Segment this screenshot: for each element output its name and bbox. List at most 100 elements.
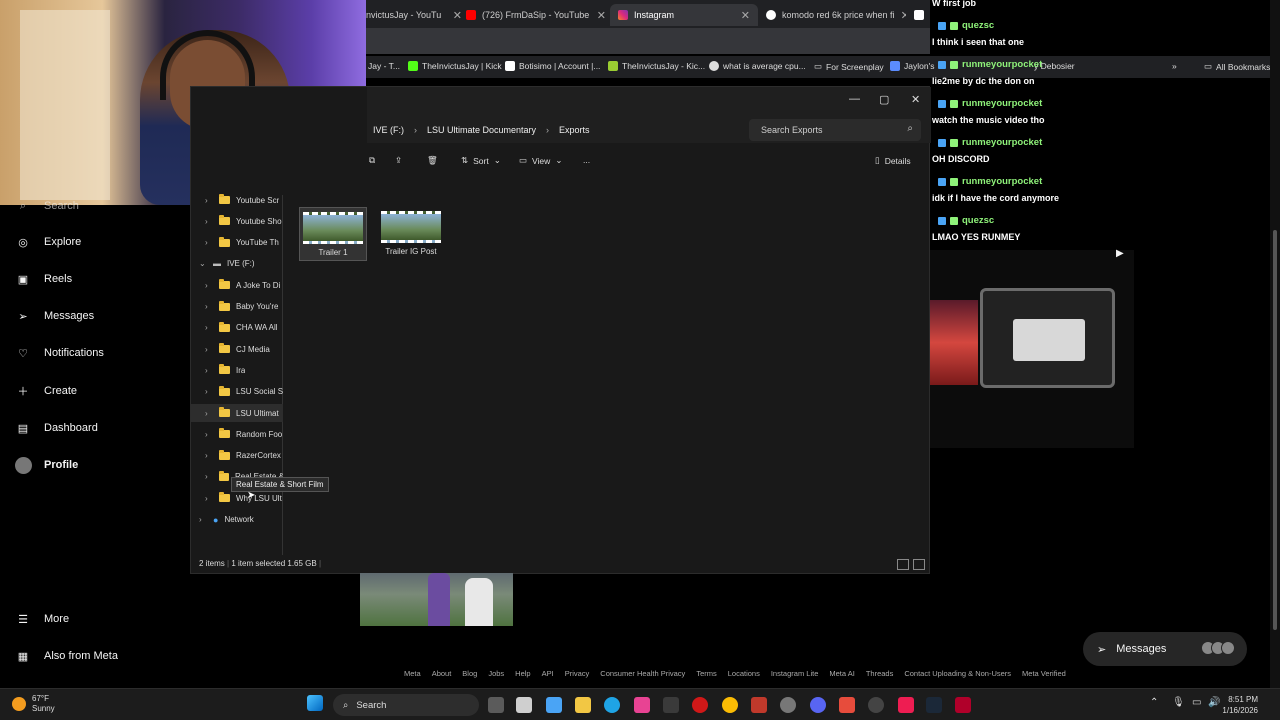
app-icon[interactable] <box>839 697 855 713</box>
task-view-icon[interactable] <box>488 697 504 713</box>
discord-icon[interactable] <box>810 697 826 713</box>
breadcrumb-item[interactable]: Exports <box>559 125 590 135</box>
reel-video-preview[interactable] <box>360 573 513 626</box>
browser-tab[interactable]: komodo red 6k price when fi ✕ <box>766 4 906 26</box>
weather-widget[interactable]: 67°F Sunny <box>12 694 55 714</box>
browser-tab[interactable]: nvictusJay - YouTu ✕ <box>366 4 462 26</box>
bookmark[interactable]: Jay - T... <box>368 61 400 71</box>
footer-link[interactable]: Contact Uploading & Non-Users <box>904 669 1011 681</box>
more-options-button[interactable]: ... <box>583 155 590 165</box>
sidebar-item-search[interactable]: ⌕ Search <box>14 197 79 215</box>
footer-link[interactable]: Terms <box>696 669 716 681</box>
sidebar-item-reels[interactable]: ▣ Reels <box>14 270 72 288</box>
bookmark[interactable]: TheInvictusJay | Kick <box>408 61 502 71</box>
nav-tree-item[interactable]: › LSU Social S <box>191 383 283 401</box>
nzxt-icon[interactable] <box>663 697 679 713</box>
minimize-icon[interactable]: — <box>849 93 860 105</box>
store-icon[interactable] <box>516 697 532 713</box>
close-icon[interactable]: ✕ <box>911 93 920 106</box>
chat-username[interactable]: runmeyourpocket <box>938 59 1042 70</box>
sidebar-item-explore[interactable]: ◎ Explore <box>14 233 81 251</box>
chevron-down-icon[interactable]: ⌄ <box>199 259 207 268</box>
view-button[interactable]: ▭ View ⌄ <box>519 155 562 166</box>
nav-tree-item[interactable]: › Random Foo <box>191 425 283 443</box>
browser-address-bar[interactable] <box>366 28 930 54</box>
copilot-icon[interactable] <box>546 697 562 713</box>
nav-tree-item[interactable]: ⌄ ▬ IVE (F:) <box>191 255 283 273</box>
chevron-right-icon[interactable]: › <box>205 238 213 247</box>
nav-tree-item[interactable]: › YouTube Th <box>191 234 283 252</box>
details-button[interactable]: ▯ Details <box>875 155 911 166</box>
app-icon[interactable] <box>955 697 971 713</box>
chat-username[interactable]: runmeyourpocket <box>938 98 1042 109</box>
close-icon[interactable]: ✕ <box>597 9 606 22</box>
close-icon[interactable]: ✕ <box>453 9 462 22</box>
chevron-right-icon[interactable]: › <box>205 323 213 332</box>
chevron-right-icon[interactable]: › <box>205 451 213 460</box>
close-icon[interactable]: ✕ <box>901 9 906 22</box>
sidebar-item-create[interactable]: ＋ Create <box>14 382 78 400</box>
messages-button[interactable]: ➢ Messages <box>1083 632 1247 666</box>
browser-tab-active[interactable]: Instagram ✕ <box>610 4 758 26</box>
search-input[interactable]: Search Exports ⌕ <box>749 119 921 141</box>
file-item[interactable]: Trailer IG Post <box>377 207 445 261</box>
chevron-right-icon[interactable]: › <box>205 196 213 205</box>
nav-tree-item[interactable]: › A Joke To Di <box>191 276 283 294</box>
footer-link[interactable]: About <box>432 669 452 681</box>
reel-card[interactable]: ▶ <box>930 248 1134 448</box>
chevron-right-icon[interactable]: › <box>205 409 213 418</box>
file-explorer-icon[interactable] <box>575 697 591 713</box>
opera-icon[interactable] <box>692 697 708 713</box>
details-view-icon[interactable] <box>897 559 909 570</box>
footer-link[interactable]: Blog <box>462 669 477 681</box>
footer-link[interactable]: Consumer Health Privacy <box>600 669 685 681</box>
chat-username[interactable]: runmeyourpocket <box>938 137 1042 148</box>
chevron-right-icon[interactable]: › <box>205 430 213 439</box>
monitor-icon[interactable]: ▭ <box>1192 697 1201 708</box>
sort-button[interactable]: ⇅ Sort ⌄ <box>461 155 501 166</box>
sidebar-item-messages[interactable]: ➢ Messages <box>14 307 94 325</box>
nav-tree-item[interactable]: › RazerCortex <box>191 447 283 465</box>
bookmark[interactable]: what is average cpu... <box>709 61 806 71</box>
settings-icon[interactable] <box>780 697 796 713</box>
bookmark[interactable]: Botisimo | Account |... <box>505 61 600 71</box>
sidebar-item-profile[interactable]: Profile <box>14 456 78 474</box>
footer-link[interactable]: Privacy <box>565 669 590 681</box>
footer-link[interactable]: Meta <box>404 669 421 681</box>
chevron-right-icon[interactable]: › <box>205 472 213 481</box>
close-icon[interactable]: ✕ <box>741 9 750 22</box>
bookmark[interactable]: TheInvictusJay - Kic... <box>608 61 705 71</box>
chevron-right-icon[interactable]: › <box>199 515 207 524</box>
sidebar-item-more[interactable]: ☰ More <box>14 610 69 628</box>
page-scrollbar[interactable] <box>1270 0 1280 688</box>
nav-tree-item[interactable]: › Baby You're <box>191 298 283 316</box>
chat-username[interactable]: quezsc <box>938 215 994 226</box>
chevron-right-icon[interactable]: › <box>205 494 213 503</box>
chat-username[interactable]: quezsc <box>938 20 994 31</box>
footer-link[interactable]: API <box>542 669 554 681</box>
browser-tab[interactable]: (726) FrmDaSip - YouTube ✕ <box>466 4 606 26</box>
obs-icon[interactable] <box>868 697 884 713</box>
chevron-right-icon[interactable]: › <box>205 302 213 311</box>
chevron-up-icon[interactable]: ⌃ <box>1150 697 1158 708</box>
nav-tree-item[interactable]: › Youtube Scr <box>191 191 283 209</box>
nav-tree-item[interactable]: › CJ Media <box>191 340 283 358</box>
chevron-right-icon[interactable]: › <box>205 281 213 290</box>
chevron-right-icon[interactable]: › <box>205 345 213 354</box>
nav-tree-item[interactable]: › CHA WA All <box>191 319 283 337</box>
bookmark[interactable]: Jaylon's <box>890 61 934 71</box>
sidebar-item-dashboard[interactable]: ▤ Dashboard <box>14 419 98 437</box>
footer-link[interactable]: Meta AI <box>829 669 854 681</box>
footer-link[interactable]: Help <box>515 669 530 681</box>
file-item[interactable]: Trailer 1 <box>299 207 367 261</box>
breadcrumb-item[interactable]: IVE (F:) <box>373 125 404 135</box>
system-clock[interactable]: 8:51 PM 1/16/2026 <box>1222 694 1258 716</box>
nav-tree-item[interactable]: › Youtube Sho <box>191 212 283 230</box>
footer-link[interactable]: Meta Verified <box>1022 669 1066 681</box>
photos-icon[interactable] <box>634 697 650 713</box>
chat-username[interactable]: runmeyourpocket <box>938 176 1042 187</box>
footer-link[interactable]: Jobs <box>488 669 504 681</box>
microphone-icon[interactable]: 🎙 <box>1172 697 1185 708</box>
breadcrumb-item[interactable]: LSU Ultimate Documentary <box>427 125 536 135</box>
taskbar-search[interactable]: ⌕ Search <box>333 694 479 716</box>
